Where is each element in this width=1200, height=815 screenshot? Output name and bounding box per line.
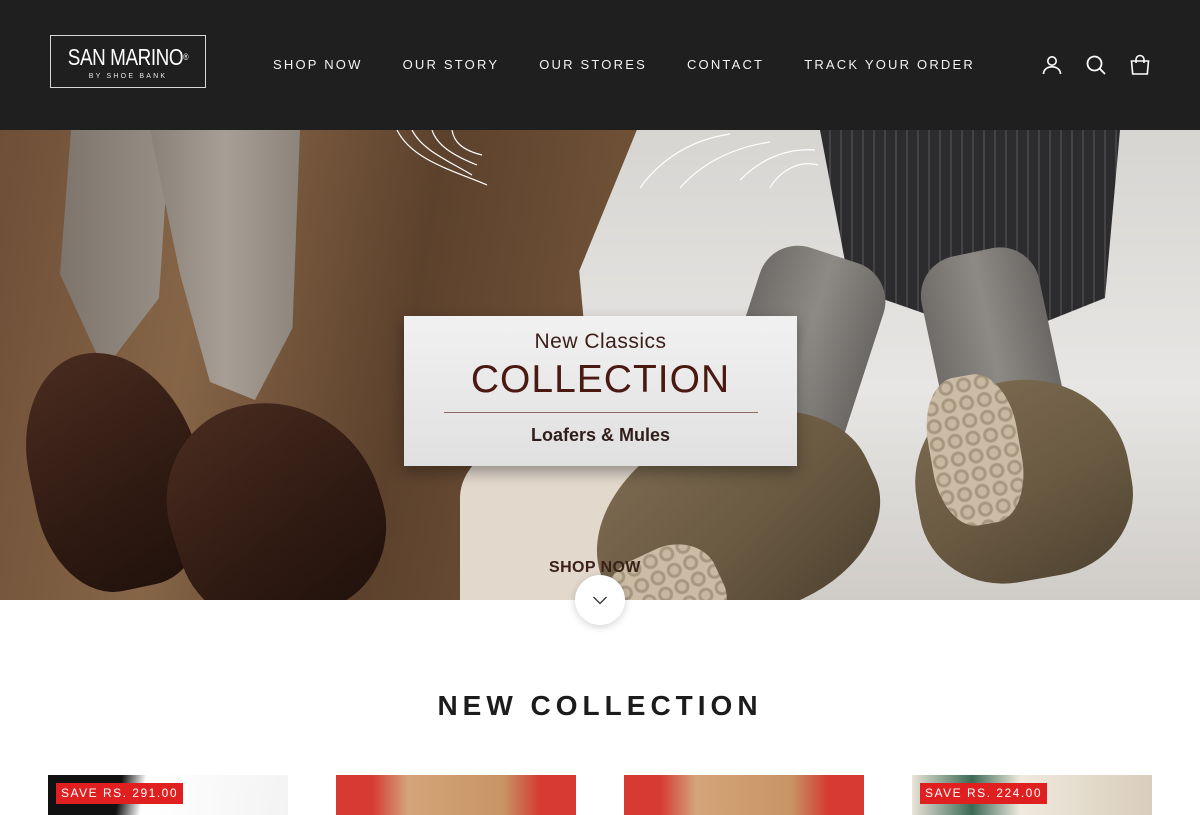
header-actions bbox=[1040, 53, 1152, 77]
nav-track-order[interactable]: TRACK YOUR ORDER bbox=[804, 57, 975, 72]
sale-badge: SAVE RS. 291.00 bbox=[56, 783, 183, 804]
leaf-illustration bbox=[392, 130, 492, 192]
section-title: NEW COLLECTION bbox=[437, 690, 763, 721]
nav-our-stores[interactable]: OUR STORES bbox=[539, 57, 647, 72]
product-card[interactable]: SAVE RS. 291.00 bbox=[48, 775, 288, 815]
account-icon[interactable] bbox=[1040, 53, 1064, 77]
divider bbox=[443, 412, 758, 413]
hero-subtitle: Loafers & Mules bbox=[530, 425, 671, 445]
scroll-down-button[interactable] bbox=[575, 575, 625, 625]
product-card[interactable] bbox=[336, 775, 576, 815]
nav-our-story[interactable]: OUR STORY bbox=[403, 57, 500, 72]
leaf-illustration bbox=[620, 130, 820, 190]
hero-headline-card: New Classics COLLECTION Loafers & Mules bbox=[404, 316, 797, 466]
logo-text: SAN MARINO® bbox=[67, 44, 189, 70]
site-header: SAN MARINO® BY SHOE BANK SHOP NOW OUR ST… bbox=[0, 0, 1200, 130]
product-card[interactable] bbox=[624, 775, 864, 815]
hero-title: COLLECTION bbox=[470, 358, 731, 401]
hero-shop-now-button[interactable]: SHOP NOW bbox=[549, 559, 641, 577]
main-nav: SHOP NOW OUR STORY OUR STORES CONTACT TR… bbox=[273, 57, 975, 72]
nav-contact[interactable]: CONTACT bbox=[687, 57, 764, 72]
hero-banner[interactable]: New Classics COLLECTION Loafers & Mules … bbox=[0, 130, 1200, 600]
nav-shop-now[interactable]: SHOP NOW bbox=[273, 57, 363, 72]
chevron-down-icon bbox=[593, 596, 607, 605]
logo-subtitle: BY SHOE BANK bbox=[88, 73, 168, 80]
brand-logo[interactable]: SAN MARINO® BY SHOE BANK bbox=[50, 35, 206, 88]
search-icon[interactable] bbox=[1084, 53, 1108, 77]
hero-kicker: New Classics bbox=[534, 330, 667, 353]
cart-icon[interactable] bbox=[1128, 53, 1152, 77]
product-grid: SAVE RS. 291.00 SAVE RS. 224.00 bbox=[48, 775, 1152, 815]
sale-badge: SAVE RS. 224.00 bbox=[920, 783, 1047, 804]
product-card[interactable]: SAVE RS. 224.00 bbox=[912, 775, 1152, 815]
